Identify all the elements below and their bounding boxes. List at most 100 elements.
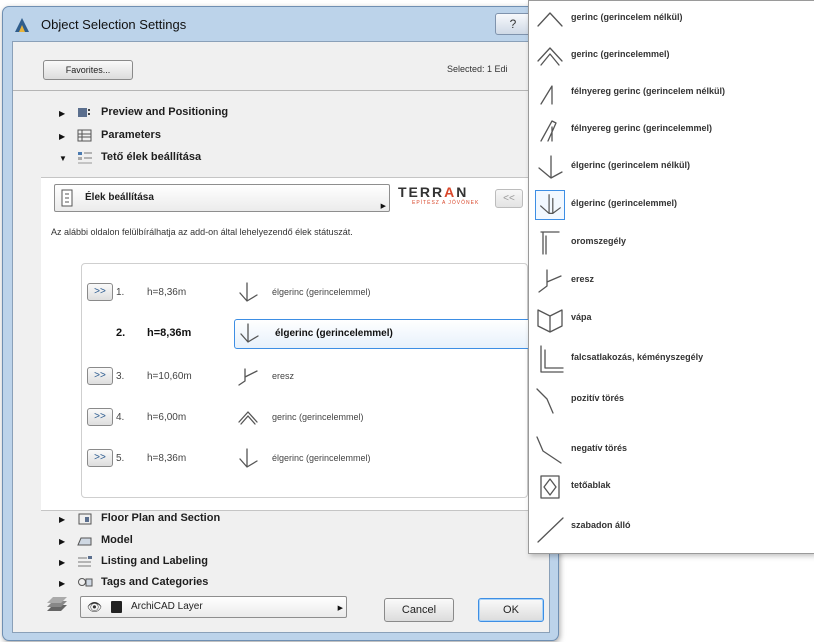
edge-number: 3. <box>116 371 125 382</box>
positive-break-icon <box>536 388 554 414</box>
valley-icon <box>537 309 563 333</box>
edge-number: 1. <box>116 287 125 298</box>
edge-row: >> 3. h=10,60m eresz <box>82 363 527 391</box>
edge-type: eresz <box>272 371 295 381</box>
edge-type: gerinc (gerincelemmel) <box>272 412 364 422</box>
tree-item-label: Floor Plan and Section <box>101 512 221 524</box>
tree-item-model[interactable]: ▶ Model <box>59 533 479 549</box>
edge-row: >> 5. h=8,36m élgerinc (gerincelemmel) <box>82 445 527 473</box>
jump-to-edge-button[interactable]: >> <box>87 408 113 426</box>
tags-categories-icon <box>78 578 93 587</box>
cancel-button[interactable]: Cancel <box>384 598 454 622</box>
hip-ridge-icon <box>538 155 563 179</box>
eave-icon <box>538 269 562 293</box>
menu-item-positive-break[interactable]: pozitív törés <box>529 382 814 418</box>
model-icon <box>77 537 92 546</box>
tree-item-label: Tető élek beállítása <box>101 151 202 163</box>
help-button[interactable]: ? <box>495 13 531 35</box>
title-bar[interactable]: Object Selection Settings ? <box>3 7 558 41</box>
tree-item-tags-categories[interactable]: ▶ Tags and Categories <box>59 575 479 591</box>
lock-icon[interactable] <box>111 601 122 613</box>
edge-row-active: 2. h=8,36m élgerinc (gerincelemmel) ▶ <box>82 319 539 349</box>
layer-dropdown[interactable]: 👁 ArchiCAD Layer ▶ <box>80 596 347 618</box>
eye-icon[interactable]: 👁 <box>87 600 102 614</box>
roof-edge-settings-panel: Élek beállítása ▶ TERRAN EPÍTÉSZ A JÖVŐN… <box>41 177 539 511</box>
eave-icon <box>238 368 258 386</box>
edge-height: h=8,36m <box>147 327 192 339</box>
half-gable-ridge-with-element-icon <box>540 120 557 142</box>
roof-edge-settings-icon <box>78 152 92 164</box>
edge-height: h=10,60m <box>147 371 192 382</box>
menu-item-ridge[interactable]: gerinc (gerincelem nélkül) <box>529 1 814 37</box>
edge-number: 5. <box>116 453 125 464</box>
edge-type-dropdown-value: élgerinc (gerincelemmel) <box>275 328 393 339</box>
tree-item-preview-positioning[interactable]: ▶ Preview and Positioning <box>59 105 479 121</box>
edge-type: élgerinc (gerincelemmel) <box>272 287 371 297</box>
edge-settings-dropdown[interactable]: Élek beállítása ▶ <box>54 184 390 212</box>
menu-item-roof-window[interactable]: tetőablak <box>529 469 814 505</box>
edge-type-popup-menu: gerinc (gerincelem nélkül) gerinc (gerin… <box>528 0 814 554</box>
info-text: Az alábbi oldalon felülbírálhatja az add… <box>51 227 353 237</box>
ridge-with-element-icon <box>238 411 258 425</box>
expand-triangle-icon[interactable]: ▶ <box>59 109 65 118</box>
jump-to-edge-button[interactable]: >> <box>87 449 113 467</box>
half-gable-ridge-icon <box>540 85 553 105</box>
dialog-client-area: Favorites... Selected: 1 Edi ▶ Preview a… <box>12 41 550 633</box>
menu-item-half-gable-ridge[interactable]: félnyereg gerinc (gerincelem nélkül) <box>529 75 814 111</box>
ok-button[interactable]: OK <box>478 598 544 622</box>
menu-item-hip-ridge[interactable]: élgerinc (gerincelem nélkül) <box>529 149 814 185</box>
edge-settings-dropdown-value: Élek beállítása <box>85 192 154 203</box>
expand-triangle-icon[interactable]: ▶ <box>59 579 65 588</box>
tree-item-label: Preview and Positioning <box>101 106 229 118</box>
menu-item-half-gable-ridge-with-element[interactable]: félnyereg gerinc (gerincelemmel) <box>529 112 814 148</box>
layer-dropdown-value: ArchiCAD Layer <box>131 601 203 612</box>
dropdown-arrow-icon: ▶ <box>380 203 386 210</box>
expand-triangle-icon[interactable]: ▶ <box>59 132 65 141</box>
layers-icon <box>47 597 67 611</box>
page-icon <box>61 189 73 207</box>
expand-triangle-icon[interactable]: ▶ <box>59 515 65 524</box>
tree-item-parameters[interactable]: ▶ Parameters <box>59 128 479 144</box>
menu-item-gable-edge[interactable]: oromszegély <box>529 225 814 261</box>
edge-row: >> 4. h=6,00m gerinc (gerincelemmel) <box>82 404 527 432</box>
roof-window-icon <box>540 475 560 499</box>
hip-ridge-with-element-icon <box>239 282 258 302</box>
hip-ridge-with-element-icon <box>240 323 259 343</box>
edge-row: >> 1. h=8,36m élgerinc (gerincelemmel) <box>82 279 527 307</box>
menu-item-ridge-with-element[interactable]: gerinc (gerincelemmel) <box>529 38 814 74</box>
dialog-title: Object Selection Settings <box>41 17 187 32</box>
edge-list: >> 1. h=8,36m élgerinc (gerincelemmel) 2… <box>81 263 539 498</box>
edge-type-dropdown[interactable]: élgerinc (gerincelemmel) ▶ <box>234 319 539 349</box>
collapse-triangle-icon[interactable]: ▼ <box>59 154 67 163</box>
expand-triangle-icon[interactable]: ▶ <box>59 558 65 567</box>
negative-break-icon <box>536 436 562 464</box>
tree-item-floor-plan-section[interactable]: ▶ Floor Plan and Section <box>59 511 479 527</box>
tree-item-roof-edge-settings[interactable]: ▼ Tető élek beállítása <box>59 150 479 166</box>
floor-plan-icon <box>78 513 92 525</box>
edge-type: élgerinc (gerincelemmel) <box>272 453 371 463</box>
preview-positioning-icon <box>78 108 90 117</box>
menu-item-eave[interactable]: eresz <box>529 263 814 299</box>
edge-height: h=6,00m <box>147 412 187 423</box>
menu-item-valley[interactable]: vápa <box>529 301 814 337</box>
edge-height: h=8,36m <box>147 453 187 464</box>
favorites-button[interactable]: Favorites... <box>43 60 133 80</box>
hip-ridge-with-element-icon <box>535 190 565 220</box>
jump-to-edge-button[interactable]: >> <box>87 283 113 301</box>
object-selection-settings-dialog: Object Selection Settings ? Favorites...… <box>2 6 559 641</box>
ridge-with-element-icon <box>537 47 563 66</box>
expand-triangle-icon[interactable]: ▶ <box>59 537 65 546</box>
dropdown-arrow-icon: ▶ <box>337 605 343 612</box>
menu-item-negative-break[interactable]: negatív törés <box>529 432 814 468</box>
menu-item-wall-connection[interactable]: falcsatlakozás, kéményszegély <box>529 341 814 377</box>
edge-height: h=8,36m <box>147 287 187 298</box>
edge-number: 4. <box>116 412 125 423</box>
tree-item-label: Model <box>101 534 133 546</box>
jump-to-edge-button[interactable]: >> <box>87 367 113 385</box>
previous-button[interactable]: << <box>495 189 523 208</box>
gable-edge-icon <box>540 231 560 255</box>
menu-item-hip-ridge-with-element[interactable]: élgerinc (gerincelemmel) <box>529 187 814 223</box>
menu-item-freestanding[interactable]: szabadon álló <box>529 509 814 545</box>
edge-number: 2. <box>116 327 126 339</box>
tree-item-listing-labeling[interactable]: ▶ Listing and Labeling <box>59 554 479 570</box>
